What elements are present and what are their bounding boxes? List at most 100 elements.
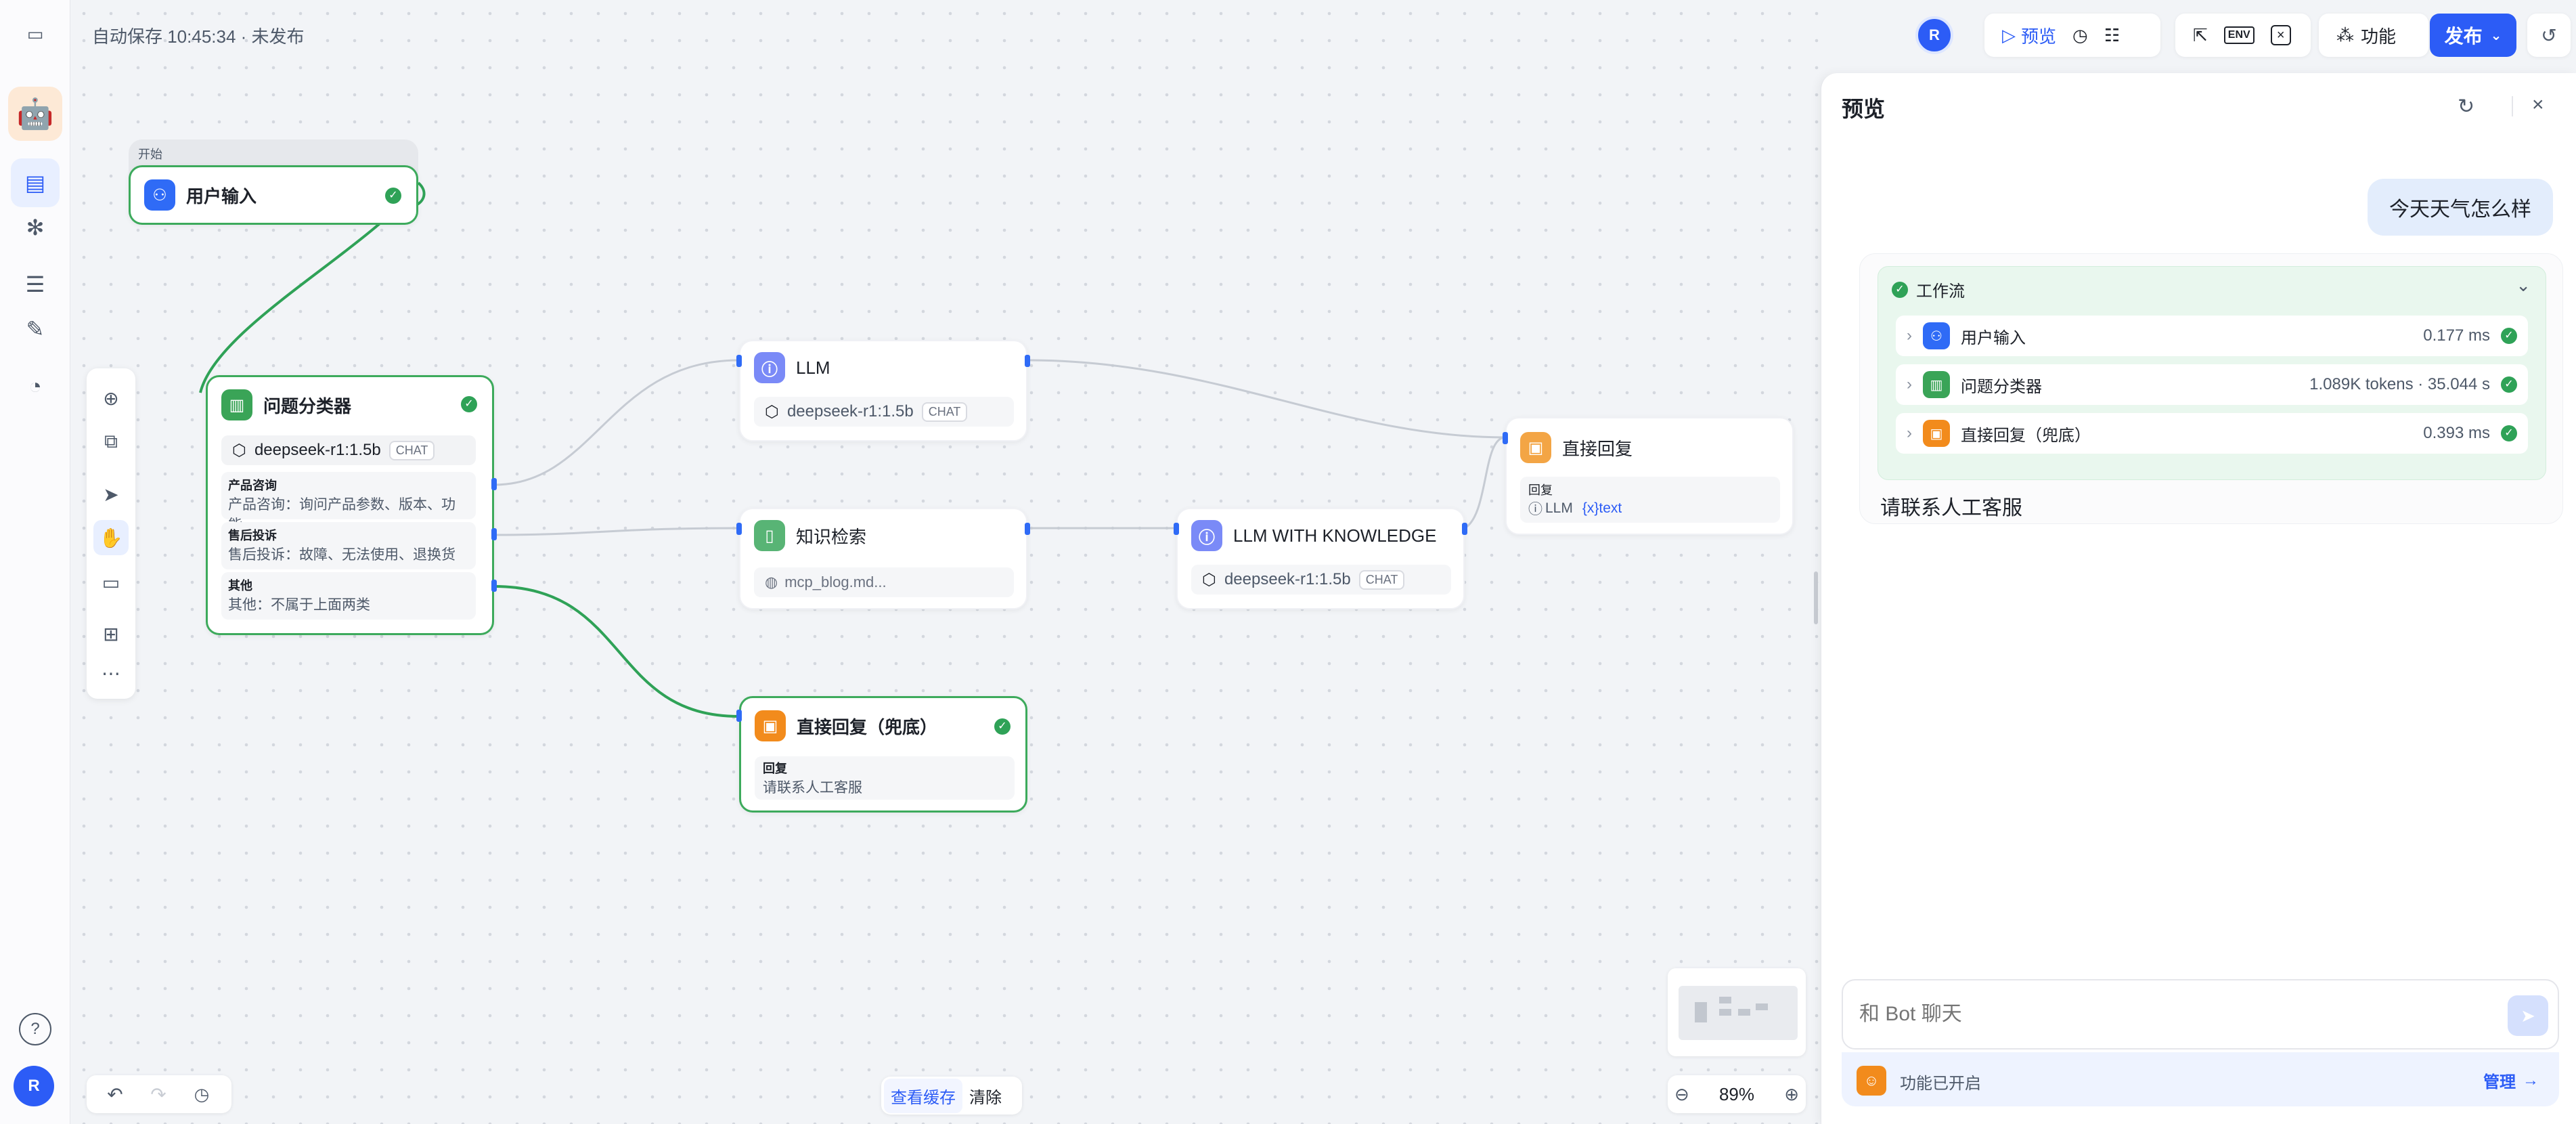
output-port[interactable] <box>1462 523 1467 535</box>
variables-icon[interactable]: × <box>2270 25 2291 45</box>
hand-icon[interactable]: ✋ <box>93 520 129 555</box>
features-badge-icon: ☺ <box>1857 1066 1886 1096</box>
workflow-label: 工作流 <box>1916 282 1965 301</box>
workflow-step[interactable]: › ▣ 直接回复（兜底） 0.393 ms ✓ <box>1896 413 2528 454</box>
success-check-icon: ✓ <box>461 396 477 412</box>
undo-redo-group: ↶ ↷ ◷ <box>87 1075 231 1113</box>
model-selector[interactable]: ⬡ deepseek-r1:1.5b CHAT <box>754 397 1014 427</box>
view-cache-button[interactable]: 查看缓存 <box>884 1078 962 1113</box>
input-port[interactable] <box>736 355 742 367</box>
class-label: 产品咨询 <box>228 479 277 492</box>
history-run-icon[interactable]: ◷ <box>2072 25 2088 46</box>
node-llm[interactable]: ⓘ LLM ⬡ deepseek-r1:1.5b CHAT <box>739 340 1027 441</box>
user-input-icon: ⚇ <box>1923 322 1950 349</box>
node-knowledge-retrieval[interactable]: ▯ 知识检索 ◍ mcp_blog.md... <box>739 508 1027 609</box>
class-item[interactable]: 其他 其他：不属于上面两类 <box>221 572 476 620</box>
user-message-bubble: 今天天气怎么样 <box>2368 179 2553 236</box>
clear-cache-button[interactable]: 清除 <box>962 1079 1008 1113</box>
output-port[interactable] <box>1025 355 1030 367</box>
chat-input-box[interactable]: ➤ <box>1842 979 2559 1050</box>
preview-panel: 预览 ↻ × 今天天气怎么样 ✓ 工作流 ⌄ › ⚇ 用户输入 0.177 ms… <box>1821 73 2576 1124</box>
input-port[interactable] <box>736 710 742 722</box>
workflow-step[interactable]: › ▥ 问题分类器 1.089K tokens · 35.044 s ✓ <box>1896 364 2528 405</box>
env-button[interactable]: ENV <box>2223 26 2255 44</box>
add-note-icon[interactable]: ⧉ <box>93 424 129 459</box>
collapse-chevron-icon[interactable]: ⌄ <box>2516 275 2531 296</box>
classifier-icon: ▥ <box>221 389 252 420</box>
preview-title: 预览 <box>1842 97 1886 121</box>
minimap-node <box>1719 1009 1731 1016</box>
publish-button[interactable]: 发布 ⌄ <box>2430 14 2516 57</box>
reply-source: LLM <box>1545 500 1573 516</box>
chevron-right-icon: › <box>1907 326 1912 345</box>
pointer-icon[interactable]: ➤ <box>93 477 129 512</box>
minimap-node <box>1756 1003 1768 1010</box>
input-port[interactable] <box>736 523 742 535</box>
zoom-in-icon[interactable]: ⊕ <box>1784 1084 1799 1105</box>
output-port[interactable] <box>1025 523 1030 535</box>
dataset-item[interactable]: ◍ mcp_blog.md... <box>754 567 1014 597</box>
preview-button[interactable]: ▷ 预览 <box>2002 23 2056 48</box>
node-title: LLM <box>796 357 830 378</box>
panel-resize-handle[interactable] <box>1814 571 1818 624</box>
step-name: 问题分类器 <box>1961 377 2042 396</box>
chat-tag: CHAT <box>921 402 968 422</box>
model-selector[interactable]: ⬡ deepseek-r1:1.5b CHAT <box>1191 565 1451 595</box>
organize-icon[interactable]: ⊞ <box>93 616 129 651</box>
output-port[interactable] <box>491 580 497 592</box>
workflow-step[interactable]: › ⚇ 用户输入 0.177 ms ✓ <box>1896 316 2528 356</box>
redo-icon[interactable]: ↷ <box>137 1083 180 1106</box>
user-input-icon: ⚇ <box>144 179 175 211</box>
undo-icon[interactable]: ↶ <box>93 1083 137 1106</box>
comment-icon[interactable]: ▭ <box>93 565 129 600</box>
minimap[interactable] <box>1668 968 1806 1056</box>
node-direct-reply-fallback[interactable]: ▣ 直接回复（兜底） ✓ 回复 请联系人工客服 <box>739 696 1027 813</box>
zoom-control: ⊖ 89% ⊕ <box>1668 1075 1806 1113</box>
zoom-out-icon[interactable]: ⊖ <box>1674 1084 1689 1105</box>
class-item[interactable]: 售后投诉 售后投诉：故障、无法使用、退换货 <box>221 522 476 569</box>
edge-classifier-fallback <box>493 585 740 718</box>
output-port[interactable] <box>491 528 497 540</box>
chat-input[interactable] <box>1859 999 2455 1029</box>
step-name: 直接回复（兜底） <box>1961 426 2091 445</box>
node-question-classifier[interactable]: ▥ 问题分类器 ✓ ⬡ deepseek-r1:1.5b CHAT 产品咨询 产… <box>206 375 494 635</box>
share-icon[interactable]: ⇱ <box>2193 25 2208 46</box>
collaborator-avatar[interactable]: R <box>1915 16 1953 54</box>
more-icon[interactable]: ⋯ <box>93 655 129 691</box>
class-item[interactable]: 产品咨询 产品咨询：询问产品参数、版本、功能 <box>221 472 476 533</box>
success-check-icon: ✓ <box>2501 328 2517 344</box>
node-direct-reply[interactable]: ▣ 直接回复 回复 ⓘ LLM {x}text <box>1505 417 1794 535</box>
reply-icon: ▣ <box>755 710 786 741</box>
input-port[interactable] <box>1503 432 1508 444</box>
restart-icon[interactable]: ↻ <box>2458 95 2474 118</box>
manage-link[interactable]: 管理 → <box>2483 1068 2539 1092</box>
add-node-icon[interactable]: ⊕ <box>93 381 129 416</box>
output-port[interactable] <box>491 478 497 490</box>
model-name: deepseek-r1:1.5b <box>254 441 381 459</box>
class-text: 售后投诉：故障、无法使用、退换货 <box>228 547 456 563</box>
chat-tag: CHAT <box>1358 569 1405 590</box>
divider <box>2512 96 2513 116</box>
node-llm-with-knowledge[interactable]: ⓘ LLM WITH KNOWLEDGE ⬡ deepseek-r1:1.5b … <box>1176 508 1465 609</box>
workflow-trace: ✓ 工作流 ⌄ › ⚇ 用户输入 0.177 ms ✓ › ▥ 问题分类器 1.… <box>1878 266 2546 480</box>
publish-label: 发布 <box>2444 26 2483 47</box>
play-icon: ▷ <box>2002 24 2016 45</box>
version-history-icon[interactable]: ↺ <box>2527 14 2571 57</box>
send-icon[interactable]: ➤ <box>2508 995 2548 1036</box>
features-button[interactable]: ⁂ 功能 <box>2336 23 2396 48</box>
chevron-down-icon: ⌄ <box>2490 28 2502 43</box>
node-user-input[interactable]: ⚇ 用户输入 ✓ <box>129 165 418 225</box>
history-icon[interactable]: ◷ <box>180 1084 223 1105</box>
input-port[interactable] <box>1174 523 1179 535</box>
checklist-icon[interactable]: ☷ <box>2104 25 2120 46</box>
workflow-header[interactable]: ✓ 工作流 <box>1892 278 1965 301</box>
reply-content[interactable]: 回复 ⓘ LLM {x}text <box>1520 477 1780 523</box>
node-title: 问题分类器 <box>263 395 352 416</box>
canvas-toolbar: ⊕ ⧉ ➤ ✋ ▭ ⊞ ⋯ <box>87 368 135 699</box>
reply-content[interactable]: 回复 请联系人工客服 <box>755 756 1015 800</box>
model-selector[interactable]: ⬡ deepseek-r1:1.5b CHAT <box>221 435 476 465</box>
features-bar: ☺ 功能已开启 管理 → <box>1842 1052 2559 1106</box>
close-icon[interactable]: × <box>2532 93 2544 116</box>
step-name: 用户输入 <box>1961 328 2026 347</box>
zoom-level[interactable]: 89% <box>1719 1084 1754 1105</box>
